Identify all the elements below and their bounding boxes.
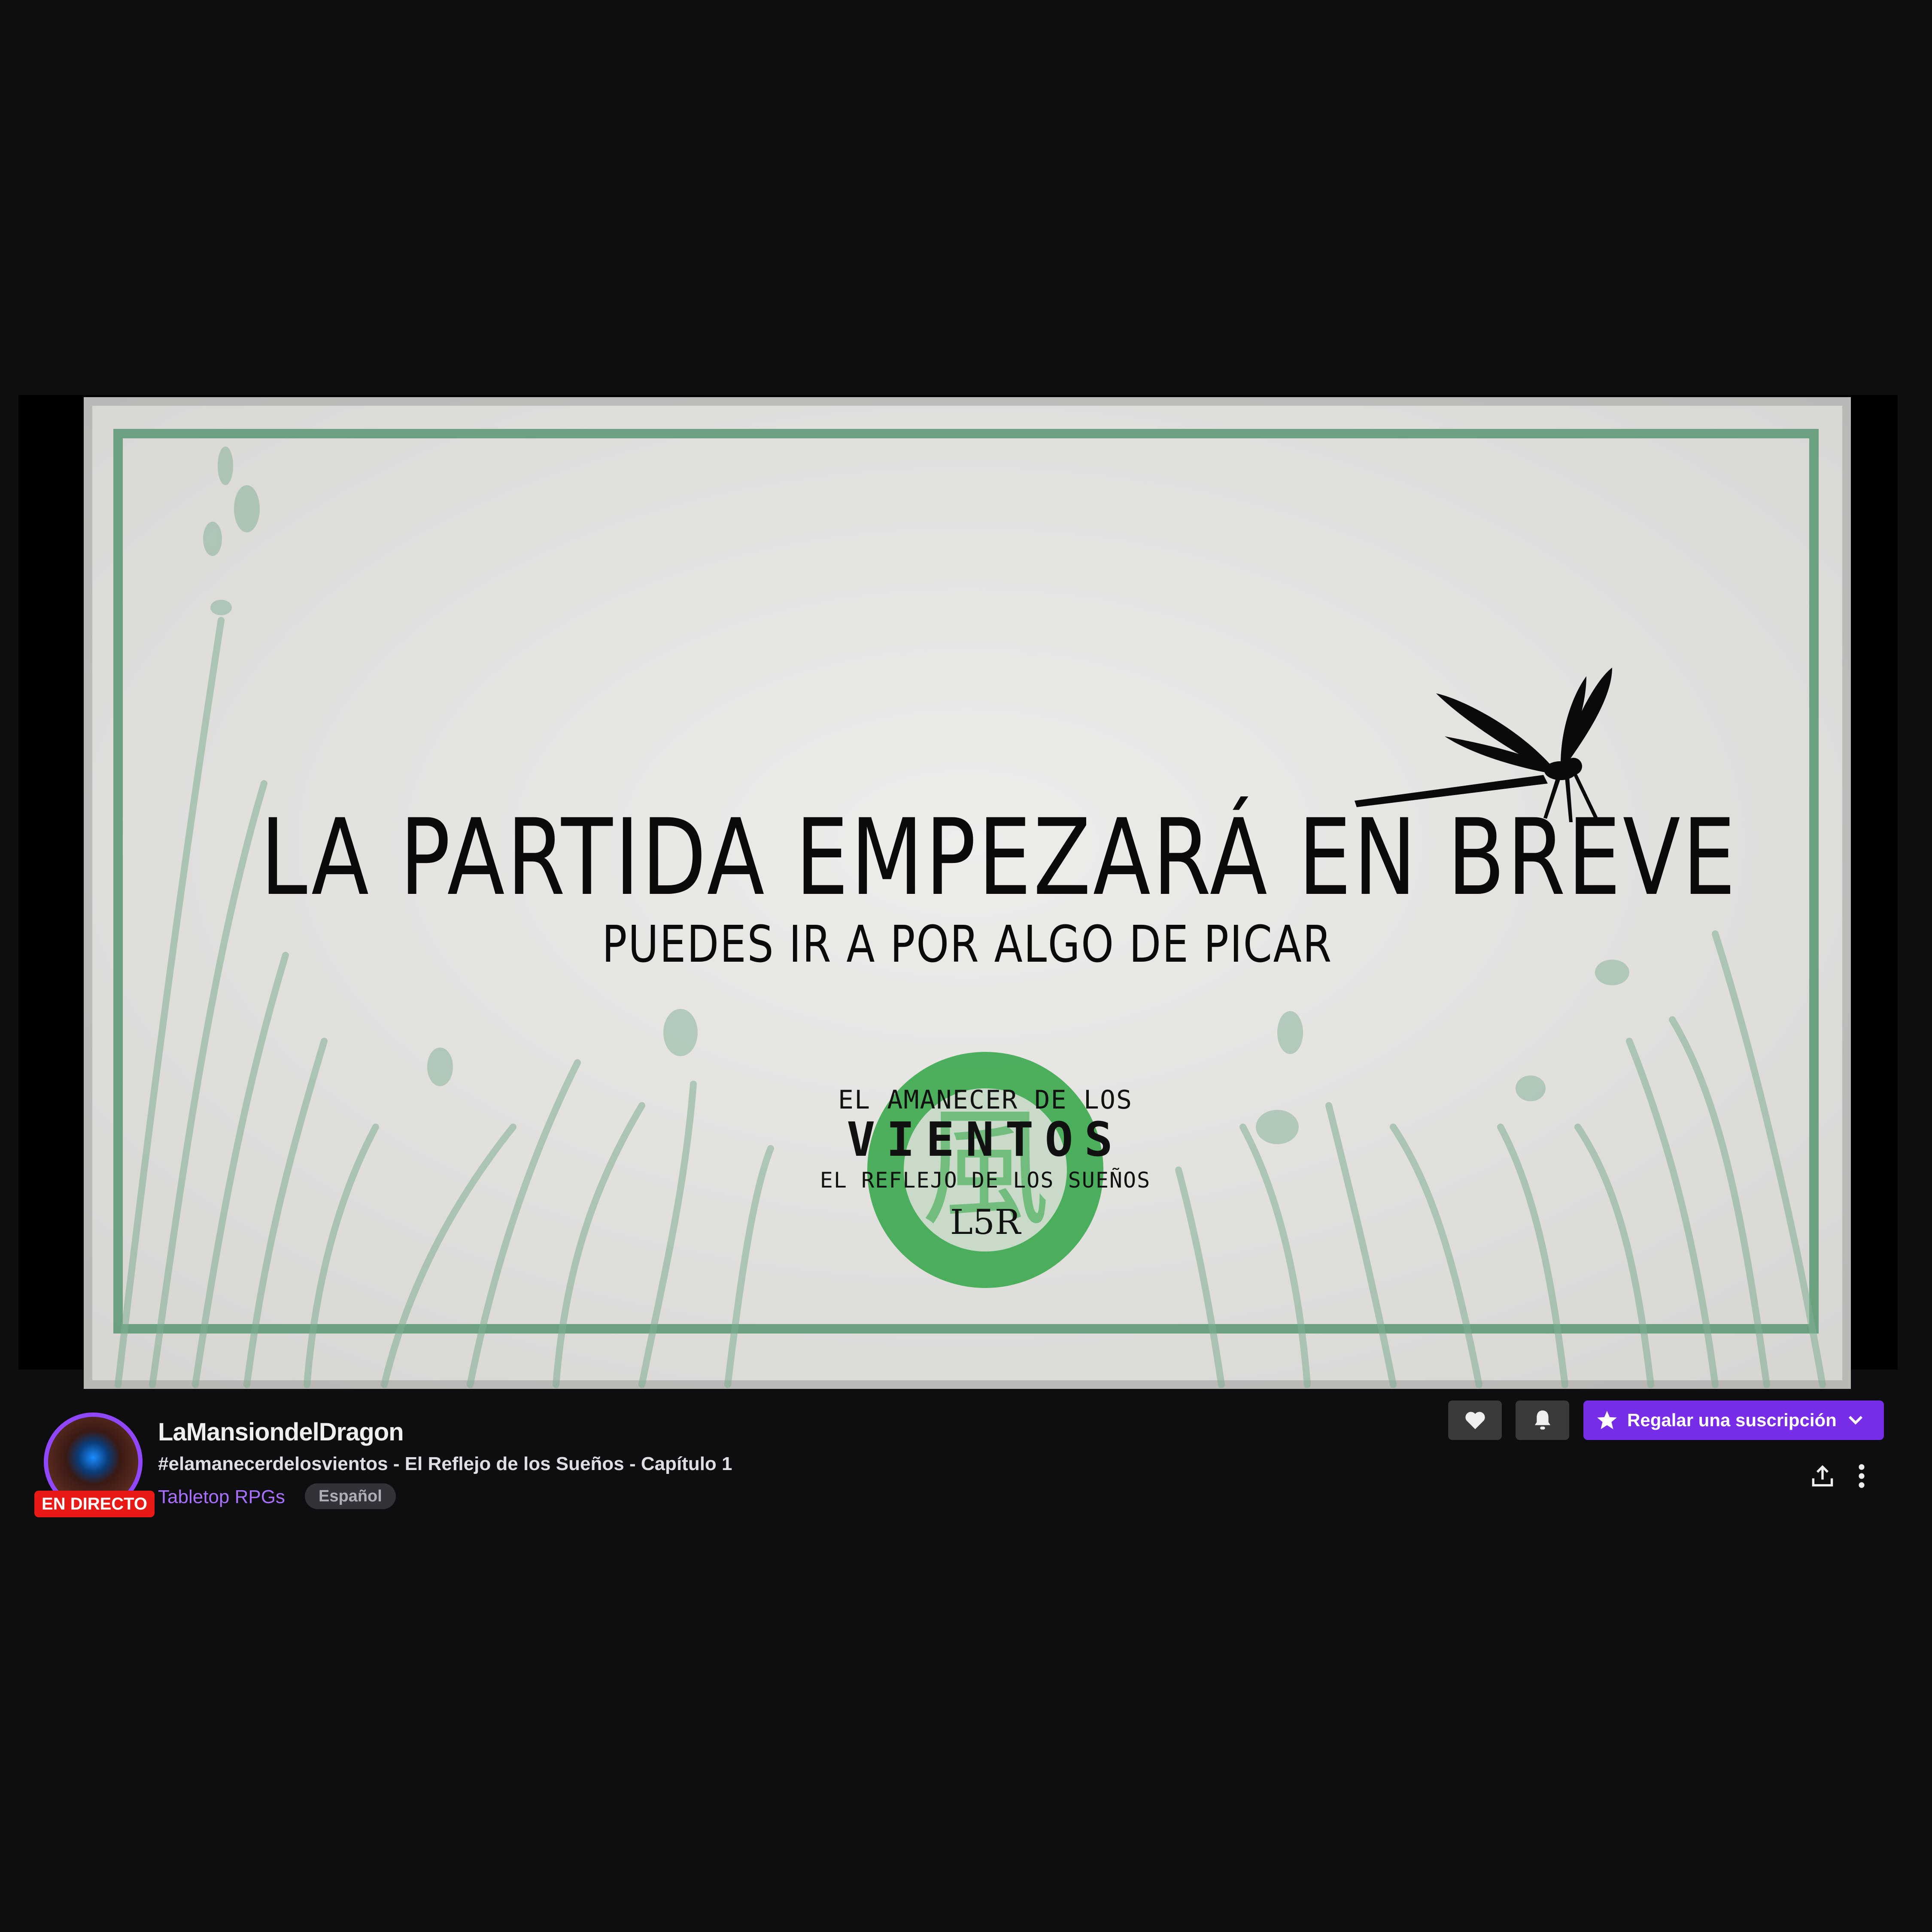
heart-icon xyxy=(1465,1412,1485,1429)
follow-button[interactable] xyxy=(1448,1400,1502,1440)
live-badge: EN DIRECTO xyxy=(34,1491,155,1517)
stream-title: #elamanecerdelosvientos - El Reflejo de … xyxy=(158,1453,732,1474)
slate-subline: PUEDES IR A POR ALGO DE PICAR xyxy=(602,914,1333,974)
logo-line-1: EL AMANECER DE LOS xyxy=(838,1085,1133,1115)
game-logo: EL AMANECER DE LOS VIENTOS EL REFLEJO DE… xyxy=(805,1041,1166,1282)
stream-slate: 風 LA PARTIDA EMPEZARÁ EN BREVE PUEDES IR… xyxy=(84,397,1851,1389)
gift-subscription-button[interactable]: Regalar una suscripción xyxy=(1583,1400,1884,1440)
logo-line-2: VIENTOS xyxy=(847,1112,1124,1167)
bell-icon xyxy=(1534,1410,1550,1430)
share-button[interactable] xyxy=(1805,1459,1840,1493)
more-options-button[interactable] xyxy=(1844,1459,1879,1493)
category-link[interactable]: Tabletop RPGs xyxy=(158,1486,285,1508)
stream-page: 風 LA PARTIDA EMPEZARÁ EN BREVE PUEDES IR… xyxy=(0,0,1932,1932)
logo-line-3: EL REFLEJO DE LOS SUEÑOS xyxy=(820,1168,1151,1193)
language-tag[interactable]: Español xyxy=(305,1483,396,1509)
channel-name[interactable]: LaMansiondelDragon xyxy=(158,1418,404,1446)
slate-headline: LA PARTIDA EMPEZARÁ EN BREVE xyxy=(260,796,1738,919)
video-player[interactable]: 風 LA PARTIDA EMPEZARÁ EN BREVE PUEDES IR… xyxy=(18,395,1898,1389)
star-icon xyxy=(1596,1410,1618,1431)
logo-mark: L5R xyxy=(950,1202,1021,1242)
gift-subscription-label: Regalar una suscripción xyxy=(1627,1410,1837,1430)
share-icon xyxy=(1812,1465,1833,1487)
chevron-down-icon xyxy=(1848,1415,1863,1425)
more-vertical-icon xyxy=(1859,1464,1865,1488)
notifications-button[interactable] xyxy=(1516,1400,1569,1440)
